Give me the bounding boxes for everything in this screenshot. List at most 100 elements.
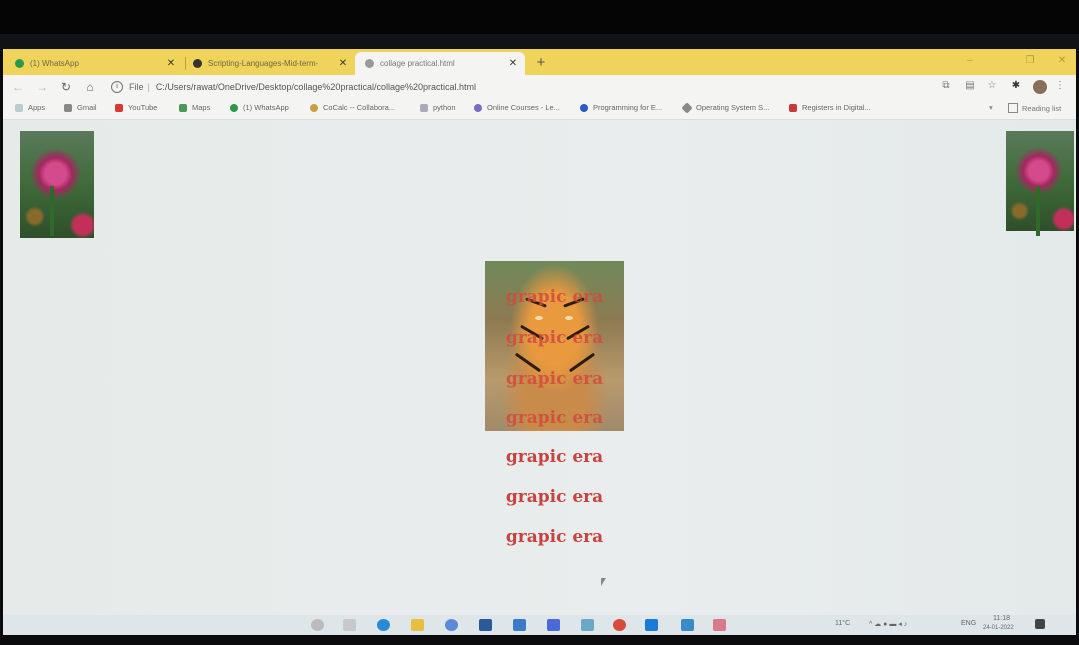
bookmark-label: Online Courses - Le... <box>487 103 560 112</box>
bookmark-label: Registers in Digital... <box>802 103 871 112</box>
minimize-icon[interactable]: – <box>963 55 977 66</box>
overlay-caption: grapic era <box>505 287 604 307</box>
bookmark-gmail[interactable]: Gmail <box>64 103 97 112</box>
forward-arrow-icon[interactable]: → <box>35 80 49 94</box>
flower-image-left <box>20 131 94 238</box>
file-explorer-icon[interactable] <box>411 619 424 631</box>
bookmarks-bar: Apps Gmail YouTube Maps (1) WhatsApp CoC… <box>3 99 1076 120</box>
page-content: grapic era grapic era grapic era grapic … <box>3 120 1076 615</box>
bookmark-label: python <box>433 103 456 112</box>
edge-icon[interactable] <box>377 619 390 631</box>
store-icon[interactable] <box>479 619 492 631</box>
caption-text: grapic era <box>505 447 604 467</box>
maps-icon <box>179 103 187 112</box>
reload-icon[interactable]: ↻ <box>59 80 73 94</box>
bookmark-apps[interactable]: Apps <box>15 103 45 112</box>
tab-strip: (1) WhatsApp ✕ Scripting-Languages-Mid-t… <box>3 49 1076 75</box>
notifications-icon[interactable] <box>1035 619 1045 629</box>
courses-icon <box>474 103 482 112</box>
toolbar: ← → ↻ ⌂ i File | C:/Users/rawat/OneDrive… <box>3 75 1076 99</box>
bookmark-label: Programming for E... <box>593 103 663 112</box>
menu-icon[interactable]: ⋮ <box>1055 81 1065 91</box>
bookmarks-overflow-icon[interactable]: ▾ <box>989 103 993 112</box>
translate-icon[interactable]: ⧉ <box>941 81 951 91</box>
youtube-icon <box>115 103 123 112</box>
app-icon[interactable] <box>713 619 726 631</box>
monitor-bezel-top <box>0 0 1079 34</box>
taskbar: 11°C ^ ☁ ● ▬ ◂ ♪ ENG 11:18 24-01-2022 <box>3 615 1076 635</box>
bookmark-label: Operating System S... <box>696 103 770 112</box>
tab-label: collage practical.html <box>380 59 455 68</box>
whatsapp-icon <box>15 59 24 68</box>
address-bar[interactable]: i File | C:/Users/rawat/OneDrive/Desktop… <box>111 78 931 96</box>
whatsapp-icon <box>230 103 238 112</box>
app-icon[interactable] <box>445 619 458 631</box>
bookmark-label: YouTube <box>128 103 158 112</box>
tab-collage-practical[interactable]: collage practical.html ✕ <box>355 52 525 75</box>
bookmark-registers[interactable]: Registers in Digital... <box>789 103 871 112</box>
close-icon[interactable]: ✕ <box>507 58 519 69</box>
google-icon <box>64 103 72 112</box>
bookmark-label: Maps <box>192 103 211 112</box>
github-icon <box>193 59 202 68</box>
bookmark-online-courses[interactable]: Online Courses - Le... <box>474 103 560 112</box>
os-icon <box>681 101 693 114</box>
globe-icon <box>365 59 374 68</box>
temperature-readout[interactable]: 11°C <box>835 620 850 627</box>
tab-label: (1) WhatsApp <box>30 59 79 68</box>
app-icon[interactable] <box>581 619 594 631</box>
maximize-icon[interactable]: ❐ <box>1023 55 1037 66</box>
bookmark-operating-system[interactable]: Operating System S... <box>681 101 770 114</box>
apps-grid-icon <box>15 103 23 112</box>
tab-whatsapp[interactable]: (1) WhatsApp ✕ <box>3 52 183 75</box>
bookmark-whatsapp[interactable]: (1) WhatsApp <box>230 103 289 112</box>
url-text: C:/Users/rawat/OneDrive/Desktop/collage%… <box>155 82 476 92</box>
clock-date[interactable]: 24-01-2022 <box>983 625 1014 631</box>
info-icon[interactable]: i <box>111 81 123 93</box>
bookmark-label: Gmail <box>77 103 97 112</box>
bookmark-label: (1) WhatsApp <box>243 103 289 112</box>
window-close-icon[interactable]: ✕ <box>1055 55 1069 66</box>
bookmark-programming[interactable]: Programming for E... <box>580 103 662 112</box>
bookmark-cocalc[interactable]: CoCalc -- Collabora... <box>310 103 395 112</box>
mouse-cursor <box>601 578 606 586</box>
back-arrow-icon[interactable]: ← <box>11 80 25 94</box>
app-icon[interactable] <box>681 619 694 631</box>
task-view-icon[interactable] <box>343 619 356 631</box>
tab-label: Scripting-Languages-Mid-term- <box>208 59 319 68</box>
extensions-icon[interactable]: ✱ <box>1011 81 1021 91</box>
close-icon[interactable]: ✕ <box>165 58 177 69</box>
mail-icon[interactable] <box>513 619 526 631</box>
address-divider: | <box>147 82 150 92</box>
share-icon[interactable]: ▤ <box>965 81 975 91</box>
cocalc-icon <box>310 103 318 112</box>
caption-text: grapic era <box>505 527 604 547</box>
clock-time[interactable]: 11:18 <box>993 615 1010 622</box>
bookmark-star-icon[interactable]: ☆ <box>987 81 997 91</box>
scheme-label: File <box>129 82 144 92</box>
browser-window: (1) WhatsApp ✕ Scripting-Languages-Mid-t… <box>3 49 1076 635</box>
new-tab-button[interactable]: + <box>533 54 549 71</box>
python-icon <box>420 103 428 112</box>
overlay-caption: grapic era <box>505 369 604 389</box>
reading-list-button[interactable]: Reading list <box>1008 103 1061 113</box>
system-tray-icons[interactable]: ^ ☁ ● ▬ ◂ ♪ <box>869 620 907 628</box>
flower-image-right <box>1006 131 1074 236</box>
vscode-icon[interactable] <box>645 619 658 631</box>
profile-avatar[interactable] <box>1033 80 1047 94</box>
reading-list-label: Reading list <box>1022 103 1062 113</box>
home-icon[interactable]: ⌂ <box>83 80 97 94</box>
caption-text: grapic era <box>505 487 604 507</box>
bookmark-label: CoCalc -- Collabora... <box>323 103 396 112</box>
tab-github[interactable]: Scripting-Languages-Mid-term- ✕ <box>187 52 355 75</box>
bookmark-python[interactable]: python <box>420 103 456 112</box>
monitor-bezel <box>0 34 1079 49</box>
bookmark-youtube[interactable]: YouTube <box>115 103 157 112</box>
close-icon[interactable]: ✕ <box>337 58 349 69</box>
chrome-icon[interactable] <box>613 619 626 631</box>
language-indicator[interactable]: ENG <box>961 620 976 627</box>
bookmark-maps[interactable]: Maps <box>179 103 210 112</box>
zoom-icon[interactable] <box>547 619 560 631</box>
search-icon[interactable] <box>311 619 324 631</box>
tab-divider <box>185 57 186 70</box>
